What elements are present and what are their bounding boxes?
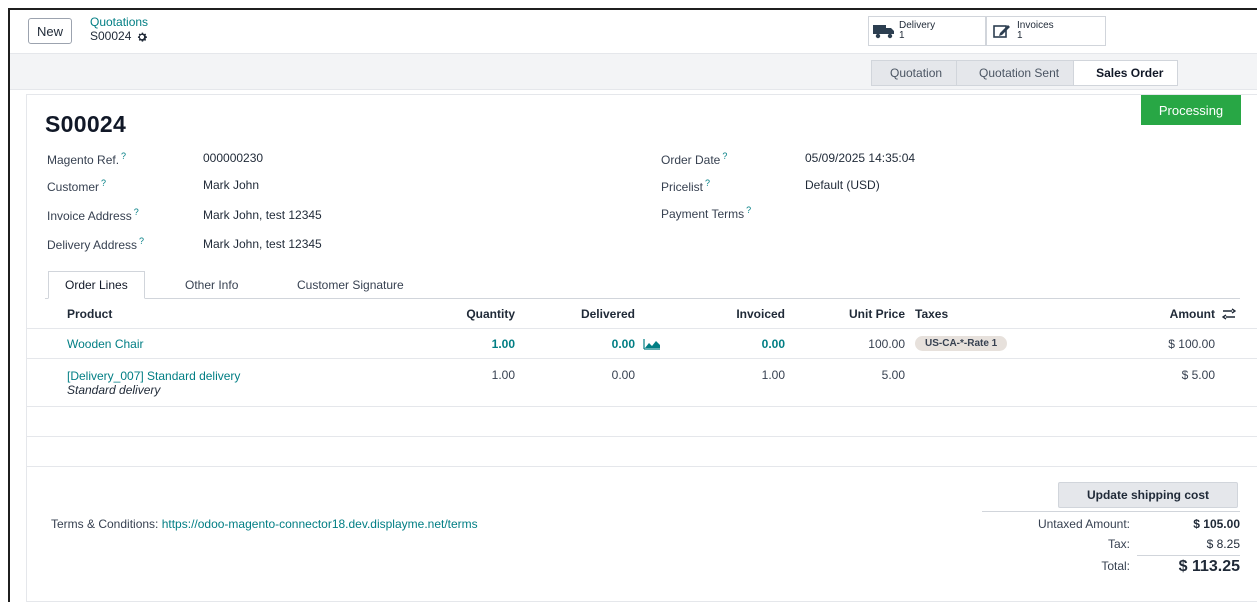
status-row: Quotation Quotation Sent Sales Order — [10, 54, 1257, 90]
total-value: $ 113.25 — [1137, 555, 1240, 576]
tab-other-info[interactable]: Other Info — [185, 271, 238, 299]
breadcrumb-current-label: S00024 — [90, 29, 132, 43]
empty-row — [27, 407, 1257, 437]
product-cell[interactable]: [Delivery_007] Standard delivery Standar… — [67, 359, 240, 406]
tax-value: $ 8.25 — [1206, 537, 1240, 551]
magento-ref-value[interactable]: 000000230 — [203, 151, 263, 165]
invoice-address-value[interactable]: Mark John, test 12345 — [203, 208, 322, 222]
taxes-cell[interactable]: US-CA-*-Rate 1 — [915, 329, 1008, 358]
notebook-tabs: Order Lines Other Info Customer Signatur… — [45, 271, 1240, 299]
tab-customer-signature[interactable]: Customer Signature — [297, 271, 404, 299]
forecast-chart-icon[interactable] — [643, 329, 661, 358]
delivery-smart-button[interactable]: Delivery 1 — [868, 16, 986, 46]
stage-sales-order[interactable]: Sales Order — [1073, 60, 1179, 86]
column-settings-icon[interactable] — [1222, 299, 1236, 328]
delivered-cell[interactable]: 0.00 — [547, 329, 635, 358]
help-icon[interactable]: ? — [101, 178, 106, 188]
invoice-address-label: Invoice Address? — [47, 207, 139, 223]
tab-order-lines[interactable]: Order Lines — [48, 271, 145, 299]
customer-value[interactable]: Mark John — [203, 178, 259, 192]
untaxed-amount-value: $ 105.00 — [1193, 517, 1240, 531]
total-label: Total: — [1101, 559, 1130, 573]
invoiced-cell[interactable]: 0.00 — [697, 329, 785, 358]
pricelist-label: Pricelist? — [661, 178, 711, 194]
order-lines-table: Product Quantity Delivered Invoiced Unit… — [27, 299, 1257, 467]
processing-ribbon: Processing — [1141, 95, 1241, 125]
customer-label: Customer? — [47, 178, 107, 194]
breadcrumb-current: S00024 — [90, 30, 148, 43]
delivery-count: 1 — [899, 30, 905, 41]
help-icon[interactable]: ? — [722, 151, 727, 161]
pencil-square-icon — [987, 23, 1017, 39]
truck-icon — [869, 23, 899, 39]
col-unit-price[interactable]: Unit Price — [817, 299, 905, 328]
frame-left-border — [8, 8, 10, 602]
totals-divider — [982, 511, 1240, 512]
col-invoiced[interactable]: Invoiced — [697, 299, 785, 328]
breadcrumb-quotations-link[interactable]: Quotations — [90, 16, 148, 29]
status-bar: Quotation Quotation Sent Sales Order — [871, 60, 1179, 86]
order-date-label: Order Date? — [661, 151, 728, 167]
invoices-smart-button[interactable]: Invoices 1 — [986, 16, 1106, 46]
help-icon[interactable]: ? — [139, 236, 144, 246]
form-sheet: Processing S00024 Magento Ref.? 00000023… — [26, 94, 1257, 602]
product-cell[interactable]: Wooden Chair — [67, 329, 144, 358]
col-product[interactable]: Product — [67, 299, 112, 328]
col-amount[interactable]: Amount — [1127, 299, 1215, 328]
tax-label: Tax: — [1107, 537, 1130, 551]
help-icon[interactable]: ? — [746, 205, 751, 215]
col-delivered[interactable]: Delivered — [547, 299, 635, 328]
pricelist-value[interactable]: Default (USD) — [805, 178, 880, 192]
order-title: S00024 — [45, 111, 127, 137]
terms-label: Terms & Conditions: — [51, 517, 159, 531]
table-row[interactable]: Wooden Chair 1.00 0.00 0.00 100.00 US-CA… — [27, 329, 1257, 359]
new-button[interactable]: New — [28, 18, 72, 44]
unit-price-cell[interactable]: 5.00 — [817, 359, 905, 406]
update-shipping-cost-button[interactable]: Update shipping cost — [1058, 482, 1238, 508]
terms-and-conditions: Terms & Conditions: https://odoo-magento… — [51, 517, 478, 531]
delivery-address-label: Delivery Address? — [47, 236, 145, 252]
delivery-address-value[interactable]: Mark John, test 12345 — [203, 237, 322, 251]
empty-row — [27, 437, 1257, 467]
stage-quotation-sent[interactable]: Quotation Sent — [956, 60, 1075, 86]
help-icon[interactable]: ? — [134, 207, 139, 217]
gear-icon[interactable] — [136, 31, 148, 43]
amount-cell: $ 5.00 — [1181, 368, 1215, 382]
amount-cell: $ 100.00 — [1168, 336, 1215, 351]
tax-badge: US-CA-*-Rate 1 — [915, 336, 1008, 351]
stage-quotation[interactable]: Quotation — [871, 60, 958, 86]
magento-ref-label: Magento Ref.? — [47, 151, 127, 167]
invoices-count: 1 — [1017, 30, 1023, 41]
product-name[interactable]: [Delivery_007] Standard delivery — [67, 369, 240, 383]
table-header: Product Quantity Delivered Invoiced Unit… — [27, 299, 1257, 329]
col-quantity[interactable]: Quantity — [427, 299, 515, 328]
line-description: Standard delivery — [67, 382, 161, 397]
quantity-cell[interactable]: 1.00 — [427, 329, 515, 358]
col-taxes[interactable]: Taxes — [915, 299, 948, 328]
table-row[interactable]: [Delivery_007] Standard delivery Standar… — [27, 359, 1257, 407]
payment-terms-label: Payment Terms? — [661, 205, 752, 221]
terms-link[interactable]: https://odoo-magento-connector18.dev.dis… — [162, 517, 478, 531]
quantity-cell[interactable]: 1.00 — [427, 359, 515, 406]
order-date-value[interactable]: 05/09/2025 14:35:04 — [805, 151, 915, 165]
control-panel: New Quotations S00024 Delivery 1 Invoice… — [10, 10, 1257, 54]
delivered-cell[interactable]: 0.00 — [547, 359, 635, 406]
untaxed-amount-label: Untaxed Amount: — [1037, 517, 1130, 531]
help-icon[interactable]: ? — [705, 178, 710, 188]
invoiced-cell[interactable]: 1.00 — [697, 359, 785, 406]
unit-price-cell[interactable]: 100.00 — [817, 329, 905, 358]
help-icon[interactable]: ? — [121, 151, 126, 161]
breadcrumb: Quotations S00024 — [90, 16, 148, 43]
